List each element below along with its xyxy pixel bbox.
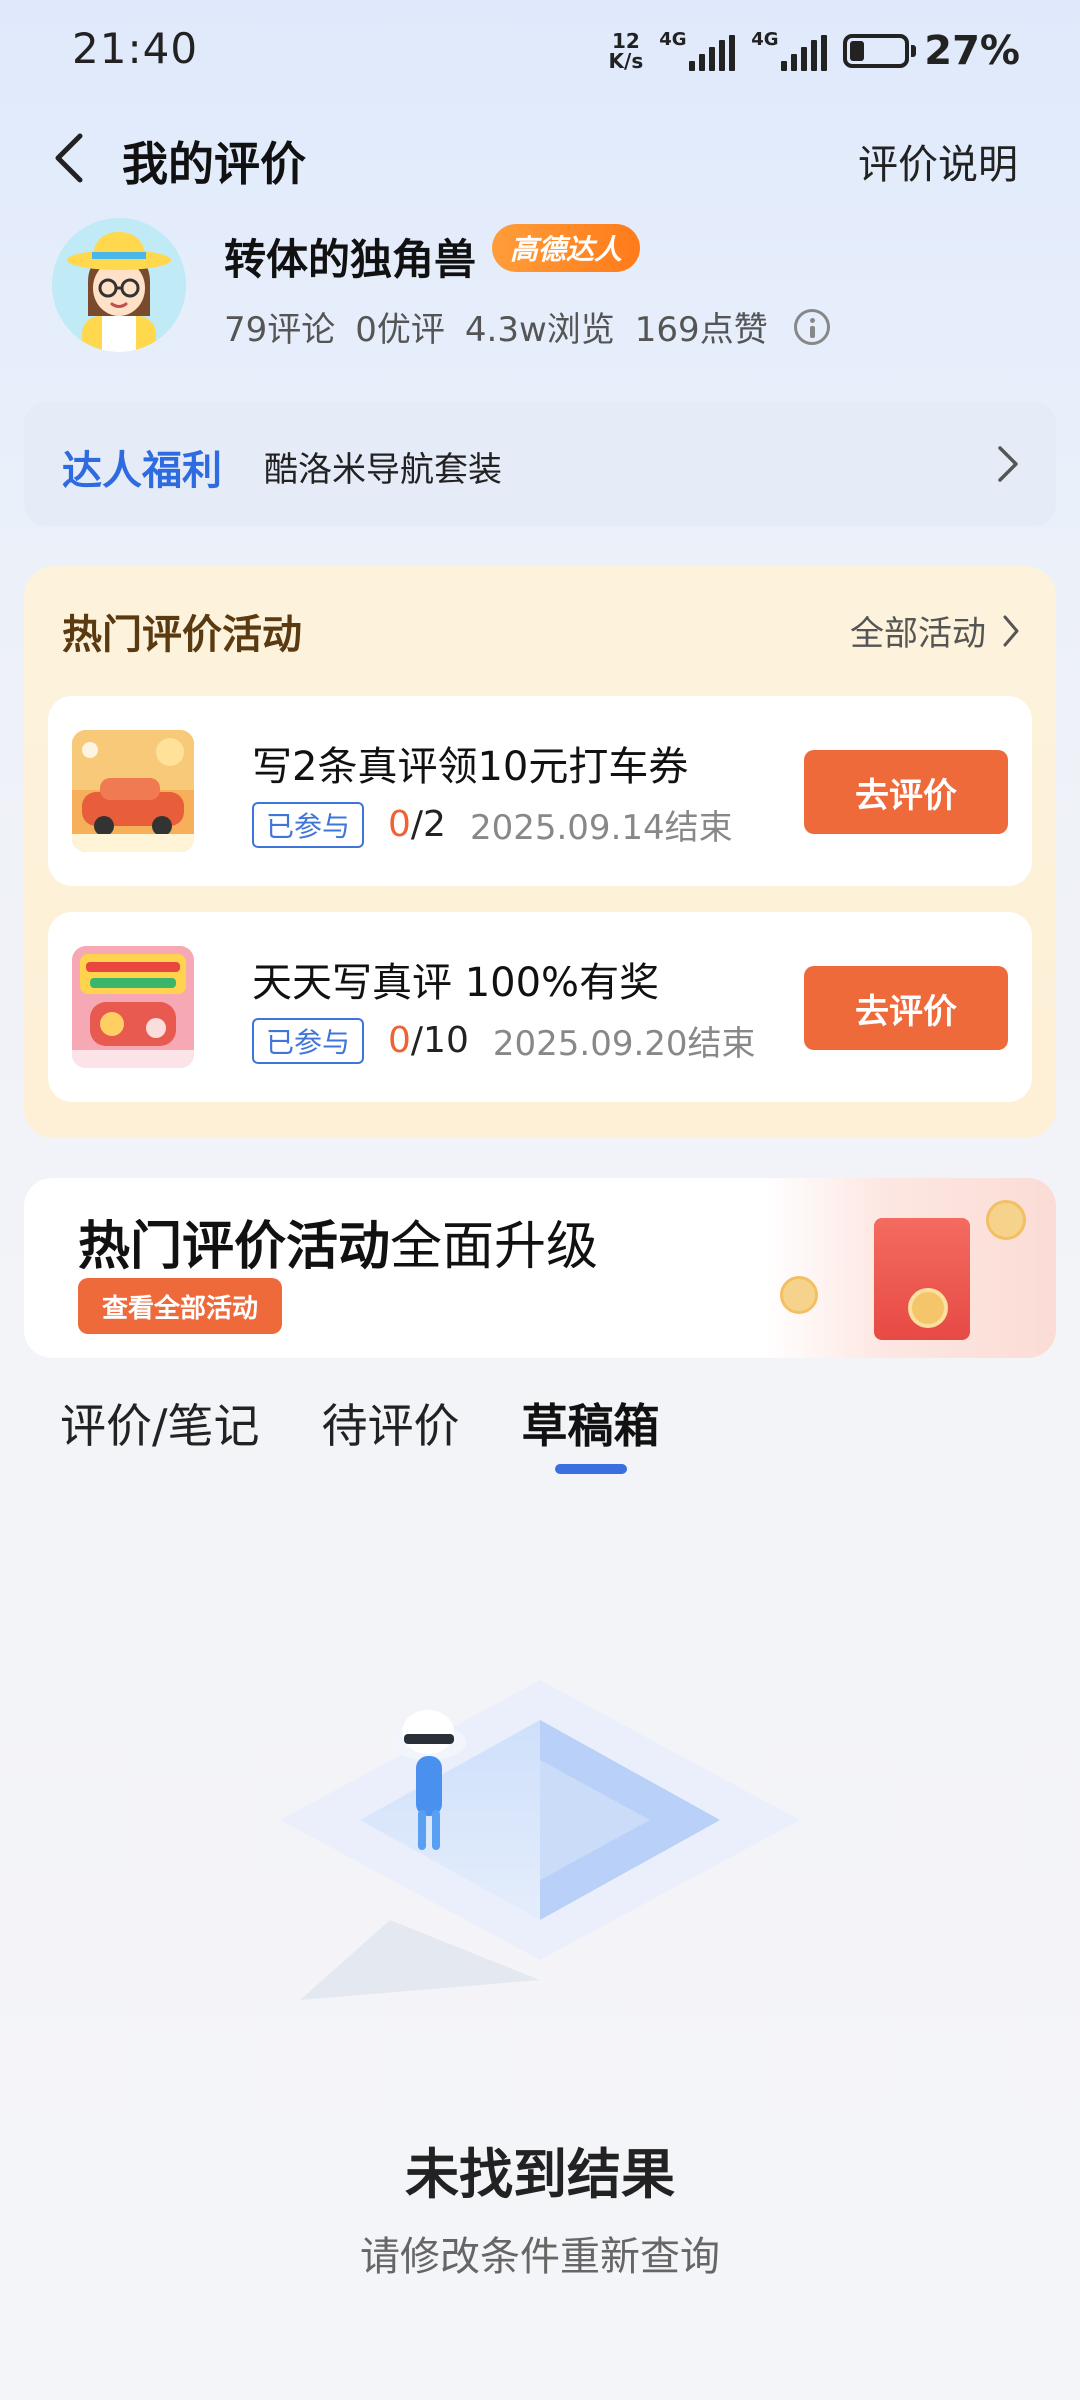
activities-title: 热门评价活动 — [62, 612, 302, 658]
review-tabs: 评价/笔记 待评价 草稿箱 — [60, 1390, 660, 1490]
info-icon[interactable] — [793, 308, 830, 345]
activity-thumbnail — [72, 946, 194, 1068]
perks-text: 酷洛米导航套装 — [264, 450, 502, 490]
review-rules-link[interactable]: 评价说明 — [858, 132, 1018, 190]
empty-state-subtitle: 请修改条件重新查询 — [360, 2234, 720, 2280]
profile-stats: 79评论 0优评 4.3w浏览 169点赞 — [224, 302, 830, 351]
activity-thumbnail — [72, 730, 194, 852]
activity-title: 写2条真评领10元打车券 — [252, 744, 689, 790]
coin-icon — [780, 1276, 818, 1314]
activity-deadline: 2025.09.14结束 — [469, 808, 733, 848]
expert-perks-bar[interactable]: 达人福利 酷洛米导航套装 — [24, 402, 1056, 526]
signal-label: 4G — [751, 29, 779, 50]
signal-icon: 4G — [751, 29, 828, 71]
tab-drafts[interactable]: 草稿箱 — [522, 1390, 660, 1490]
all-activities-label: 全部活动 — [850, 614, 986, 654]
banner-title: 热门评价活动全面升级 — [78, 1217, 599, 1277]
activity-meta: 已参与 0/2 2025.09.14结束 — [252, 800, 733, 849]
coin-icon — [986, 1200, 1026, 1240]
all-activities-link[interactable]: 全部活动 — [850, 606, 1020, 655]
battery-percent: 27% — [924, 28, 1020, 74]
signal-label: 4G — [659, 29, 687, 50]
empty-state-illustration — [240, 1660, 840, 2020]
stat-likes: 169点赞 — [634, 310, 768, 350]
stat-quality-reviews: 0优评 — [355, 310, 445, 350]
status-icons: 12 K/s 4G 4G 27% — [609, 26, 1020, 76]
status-time: 21:40 — [72, 24, 199, 73]
joined-tag: 已参与 — [252, 801, 365, 848]
tab-reviews-notes[interactable]: 评价/笔记 — [60, 1390, 260, 1490]
chevron-right-icon — [1003, 615, 1019, 646]
empty-state-title: 未找到结果 — [405, 2143, 675, 2206]
stat-views: 4.3w浏览 — [464, 310, 615, 350]
activity-title: 天天写真评 100%有奖 — [252, 960, 660, 1006]
perks-title: 达人福利 — [62, 448, 222, 494]
app-header: 我的评价 评价说明 — [0, 110, 1080, 200]
go-review-button[interactable]: 去评价 — [804, 750, 1008, 834]
red-packet-icon — [874, 1218, 970, 1340]
chevron-right-icon — [998, 446, 1018, 482]
activity-progress: 0/2 — [388, 804, 446, 845]
joined-tag: 已参与 — [252, 1017, 365, 1064]
avatar[interactable] — [52, 218, 186, 352]
profile-name: 转体的独角兽 — [224, 235, 477, 284]
go-review-button[interactable]: 去评价 — [804, 966, 1008, 1050]
activity-meta: 已参与 0/10 2025.09.20结束 — [252, 1016, 756, 1065]
network-speed-value: 12 — [611, 29, 640, 53]
activity-deadline: 2025.09.20结束 — [492, 1024, 756, 1064]
view-all-activities-button[interactable]: 查看全部活动 — [78, 1278, 283, 1334]
tab-pending-review[interactable]: 待评价 — [322, 1390, 460, 1490]
expert-badge: 高德达人 — [492, 224, 641, 272]
activity-progress: 0/10 — [388, 1020, 469, 1061]
network-speed-unit: K/s — [608, 49, 644, 73]
signal-icon: 4G — [659, 29, 736, 71]
activity-item[interactable]: 天天写真评 100%有奖 已参与 0/10 2025.09.20结束 去评价 — [48, 912, 1032, 1102]
page-title: 我的评价 — [122, 137, 306, 191]
profile-section: 转体的独角兽 高德达人 79评论 0优评 4.3w浏览 169点赞 — [52, 218, 1032, 358]
battery-icon: 27% — [843, 28, 1020, 74]
status-bar: 21:40 12 K/s 4G 4G 27% — [0, 0, 1080, 100]
activity-item[interactable]: 写2条真评领10元打车券 已参与 0/2 2025.09.14结束 去评价 — [48, 696, 1032, 886]
hot-activities-card: 热门评价活动 全部活动 写2条真评领10元打车券 已参与 0/2 2025.09… — [24, 566, 1056, 1138]
network-speed: 12 K/s — [609, 31, 644, 71]
back-button[interactable] — [48, 130, 98, 186]
avatar-illustration — [52, 218, 186, 352]
activities-upgrade-banner[interactable]: 热门评价活动全面升级 查看全部活动 — [24, 1178, 1056, 1358]
stat-reviews: 79评论 — [224, 310, 336, 350]
chevron-left-icon — [55, 133, 83, 183]
